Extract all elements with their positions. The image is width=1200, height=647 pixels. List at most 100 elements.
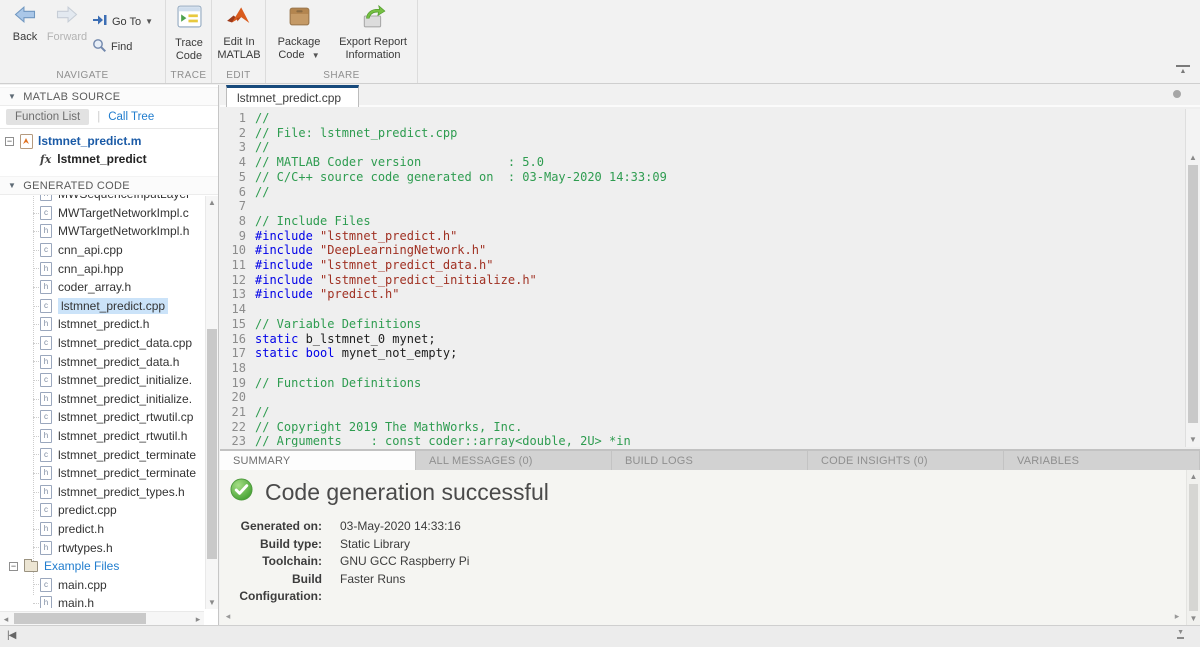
cpp-file-icon: c (40, 336, 52, 350)
scroll-up-icon[interactable]: ▲ (1187, 470, 1200, 483)
line-number: 6 (220, 185, 246, 200)
panel-tab-summary[interactable]: SUMMARY (220, 451, 416, 470)
example-file-item[interactable]: cmain.cpp (0, 575, 218, 594)
generated-file-item[interactable]: ccnn_api.cpp (0, 241, 218, 260)
scrollbar-thumb[interactable] (1189, 484, 1198, 611)
scrollbar-thumb[interactable] (1188, 165, 1198, 423)
generated-file-item[interactable]: hrtwtypes.h (0, 538, 218, 557)
export-report-icon (360, 4, 386, 33)
generated-file-item[interactable]: hMWSequenceInputLayer (0, 195, 218, 204)
generated-file-item[interactable]: hpredict.h (0, 520, 218, 539)
cpp-file-icon: c (40, 578, 52, 592)
generated-file-item[interactable]: hlstmnet_predict_rtwutil.h (0, 427, 218, 446)
summary-horizontal-scrollbar[interactable]: ◂ ▸ (220, 610, 1185, 623)
generated-file-item[interactable]: clstmnet_predict_initialize. (0, 371, 218, 390)
generated-file-item[interactable]: clstmnet_predict.cpp (0, 297, 218, 316)
editor-vertical-scrollbar[interactable]: ▲ ▼ (1185, 109, 1200, 447)
code-text: // (255, 185, 269, 200)
goto-button[interactable]: Go To ▼ (92, 13, 153, 30)
code-text: // C/C++ source code generated on : 03-M… (255, 170, 667, 185)
generated-file-item[interactable]: hlstmnet_predict_terminate (0, 464, 218, 483)
export-report-button[interactable]: Export Report Information (332, 4, 414, 62)
scroll-down-icon[interactable]: ▼ (1187, 612, 1200, 625)
summary-title: Code generation successful (265, 479, 549, 506)
function-list-tab[interactable]: Function List (6, 109, 89, 125)
scrollbar-thumb[interactable] (14, 613, 146, 624)
file-name: lstmnet_predict_data.h (58, 355, 179, 369)
scroll-right-icon[interactable]: ▸ (192, 612, 204, 626)
panel-tab-build-logs[interactable]: BUILD LOGS (612, 451, 808, 470)
generated-file-item[interactable]: hlstmnet_predict.h (0, 315, 218, 334)
generated-file-item[interactable]: hcnn_api.hpp (0, 259, 218, 278)
generated-file-item[interactable]: clstmnet_predict_data.cpp (0, 334, 218, 353)
file-name: cnn_api.hpp (58, 262, 123, 276)
code-line: 22// Copyright 2019 The MathWorks, Inc. (220, 420, 1185, 435)
panel-tab-all-messages-0[interactable]: ALL MESSAGES (0) (416, 451, 612, 470)
file-name: lstmnet_predict_rtwutil.h (58, 429, 187, 443)
code-text: // Function Definitions (255, 376, 421, 391)
generated-file-item[interactable]: hlstmnet_predict_initialize. (0, 390, 218, 409)
generated-file-item[interactable]: cMWTargetNetworkImpl.c (0, 204, 218, 223)
example-file-item[interactable]: hmain.h (0, 594, 218, 608)
scroll-down-icon[interactable]: ▼ (1186, 433, 1200, 446)
expander-minus-icon[interactable]: − (9, 562, 18, 571)
edit-in-matlab-button[interactable]: Edit In MATLAB (217, 4, 261, 62)
code-line: 11#include "lstmnet_predict_data.h" (220, 258, 1185, 273)
code-text: // (255, 140, 269, 155)
toolbar-ribbon: Back Forward Go To ▼ Find (0, 0, 1200, 84)
scroll-right-icon[interactable]: ▸ (1171, 610, 1183, 623)
generated-code-section-header[interactable]: ▼ GENERATED CODE (0, 176, 218, 195)
file-name: lstmnet_predict_initialize. (58, 373, 192, 387)
panel-tab-code-insights-0[interactable]: CODE INSIGHTS (0) (808, 451, 1004, 470)
code-editor[interactable]: 1//2// File: lstmnet_predict.cpp3//4// M… (220, 109, 1185, 447)
source-view-tabs: Function List | Call Tree (0, 106, 218, 129)
find-button[interactable]: Find (92, 38, 132, 56)
scroll-down-icon[interactable]: ▼ (206, 596, 218, 609)
example-files-folder-item[interactable]: −Example Files (0, 557, 218, 576)
summary-title-row: Code generation successful (230, 478, 549, 506)
settings-gear-icon[interactable] (1173, 90, 1181, 98)
file-name: lstmnet_predict.h (58, 317, 149, 331)
generated-file-item[interactable]: hcoder_array.h (0, 278, 218, 297)
scroll-up-icon[interactable]: ▲ (1186, 151, 1200, 164)
tab-lstmnet-predict-cpp[interactable]: lstmnet_predict.cpp (226, 85, 359, 107)
code-line: 17static bool mynet_not_empty; (220, 346, 1185, 361)
file-name: main.h (58, 596, 94, 608)
code-text: #include "lstmnet_predict_initialize.h" (255, 273, 537, 288)
sidebar: ▼ MATLAB SOURCE Function List | Call Tre… (0, 85, 219, 625)
trace-code-button[interactable]: Trace Code (171, 4, 207, 63)
generated-file-item[interactable]: cpredict.cpp (0, 501, 218, 520)
summary-details: Generated on:03-May-2020 14:33:16Build t… (230, 518, 469, 606)
collapse-ribbon-icon[interactable]: ▲ (1176, 65, 1190, 75)
package-code-button[interactable]: Package Code ▼ (270, 4, 328, 62)
matlab-source-section-header[interactable]: ▼ MATLAB SOURCE (0, 87, 218, 106)
code-text: // Arguments : const coder::array<double… (255, 434, 631, 447)
cpp-file-icon: c (40, 243, 52, 257)
back-button[interactable]: Back (4, 5, 46, 43)
code-text: static bool mynet_not_empty; (255, 346, 457, 361)
scroll-left-icon[interactable]: ◂ (0, 612, 12, 626)
forward-button[interactable]: Forward (46, 5, 88, 43)
summary-vertical-scrollbar[interactable]: ▲ ▼ (1186, 470, 1200, 625)
code-line: 19// Function Definitions (220, 376, 1185, 391)
collapse-sidebar-icon[interactable]: |◀ (7, 630, 15, 641)
generated-file-item[interactable]: clstmnet_predict_terminate (0, 445, 218, 464)
summary-row-label: Build type: (230, 536, 322, 554)
generated-file-item[interactable]: clstmnet_predict_rtwutil.cp (0, 408, 218, 427)
generated-file-item[interactable]: hlstmnet_predict_types.h (0, 483, 218, 502)
scrollbar-thumb[interactable] (207, 329, 217, 559)
summary-row: Build Configuration:Faster Runs (230, 571, 469, 606)
section-collapse-triangle-icon: ▼ (8, 181, 16, 190)
sidebar-vertical-scrollbar[interactable]: ▲ ▼ (205, 196, 218, 609)
scroll-left-icon[interactable]: ◂ (222, 610, 234, 623)
expander-minus-icon[interactable]: − (5, 137, 14, 146)
generated-file-item[interactable]: hlstmnet_predict_data.h (0, 352, 218, 371)
scroll-up-icon[interactable]: ▲ (206, 196, 218, 209)
sidebar-horizontal-scrollbar[interactable]: ◂ ▸ (0, 611, 204, 625)
panel-tab-variables[interactable]: VARIABLES (1004, 451, 1200, 470)
generated-file-item[interactable]: hMWTargetNetworkImpl.h (0, 222, 218, 241)
tree-item-function[interactable]: fx lstmnet_predict (0, 150, 218, 168)
call-tree-tab[interactable]: Call Tree (108, 111, 154, 123)
tree-item-source-file[interactable]: − lstmnet_predict.m (0, 132, 218, 150)
expand-panel-icon[interactable]: ▼ (1177, 629, 1184, 639)
